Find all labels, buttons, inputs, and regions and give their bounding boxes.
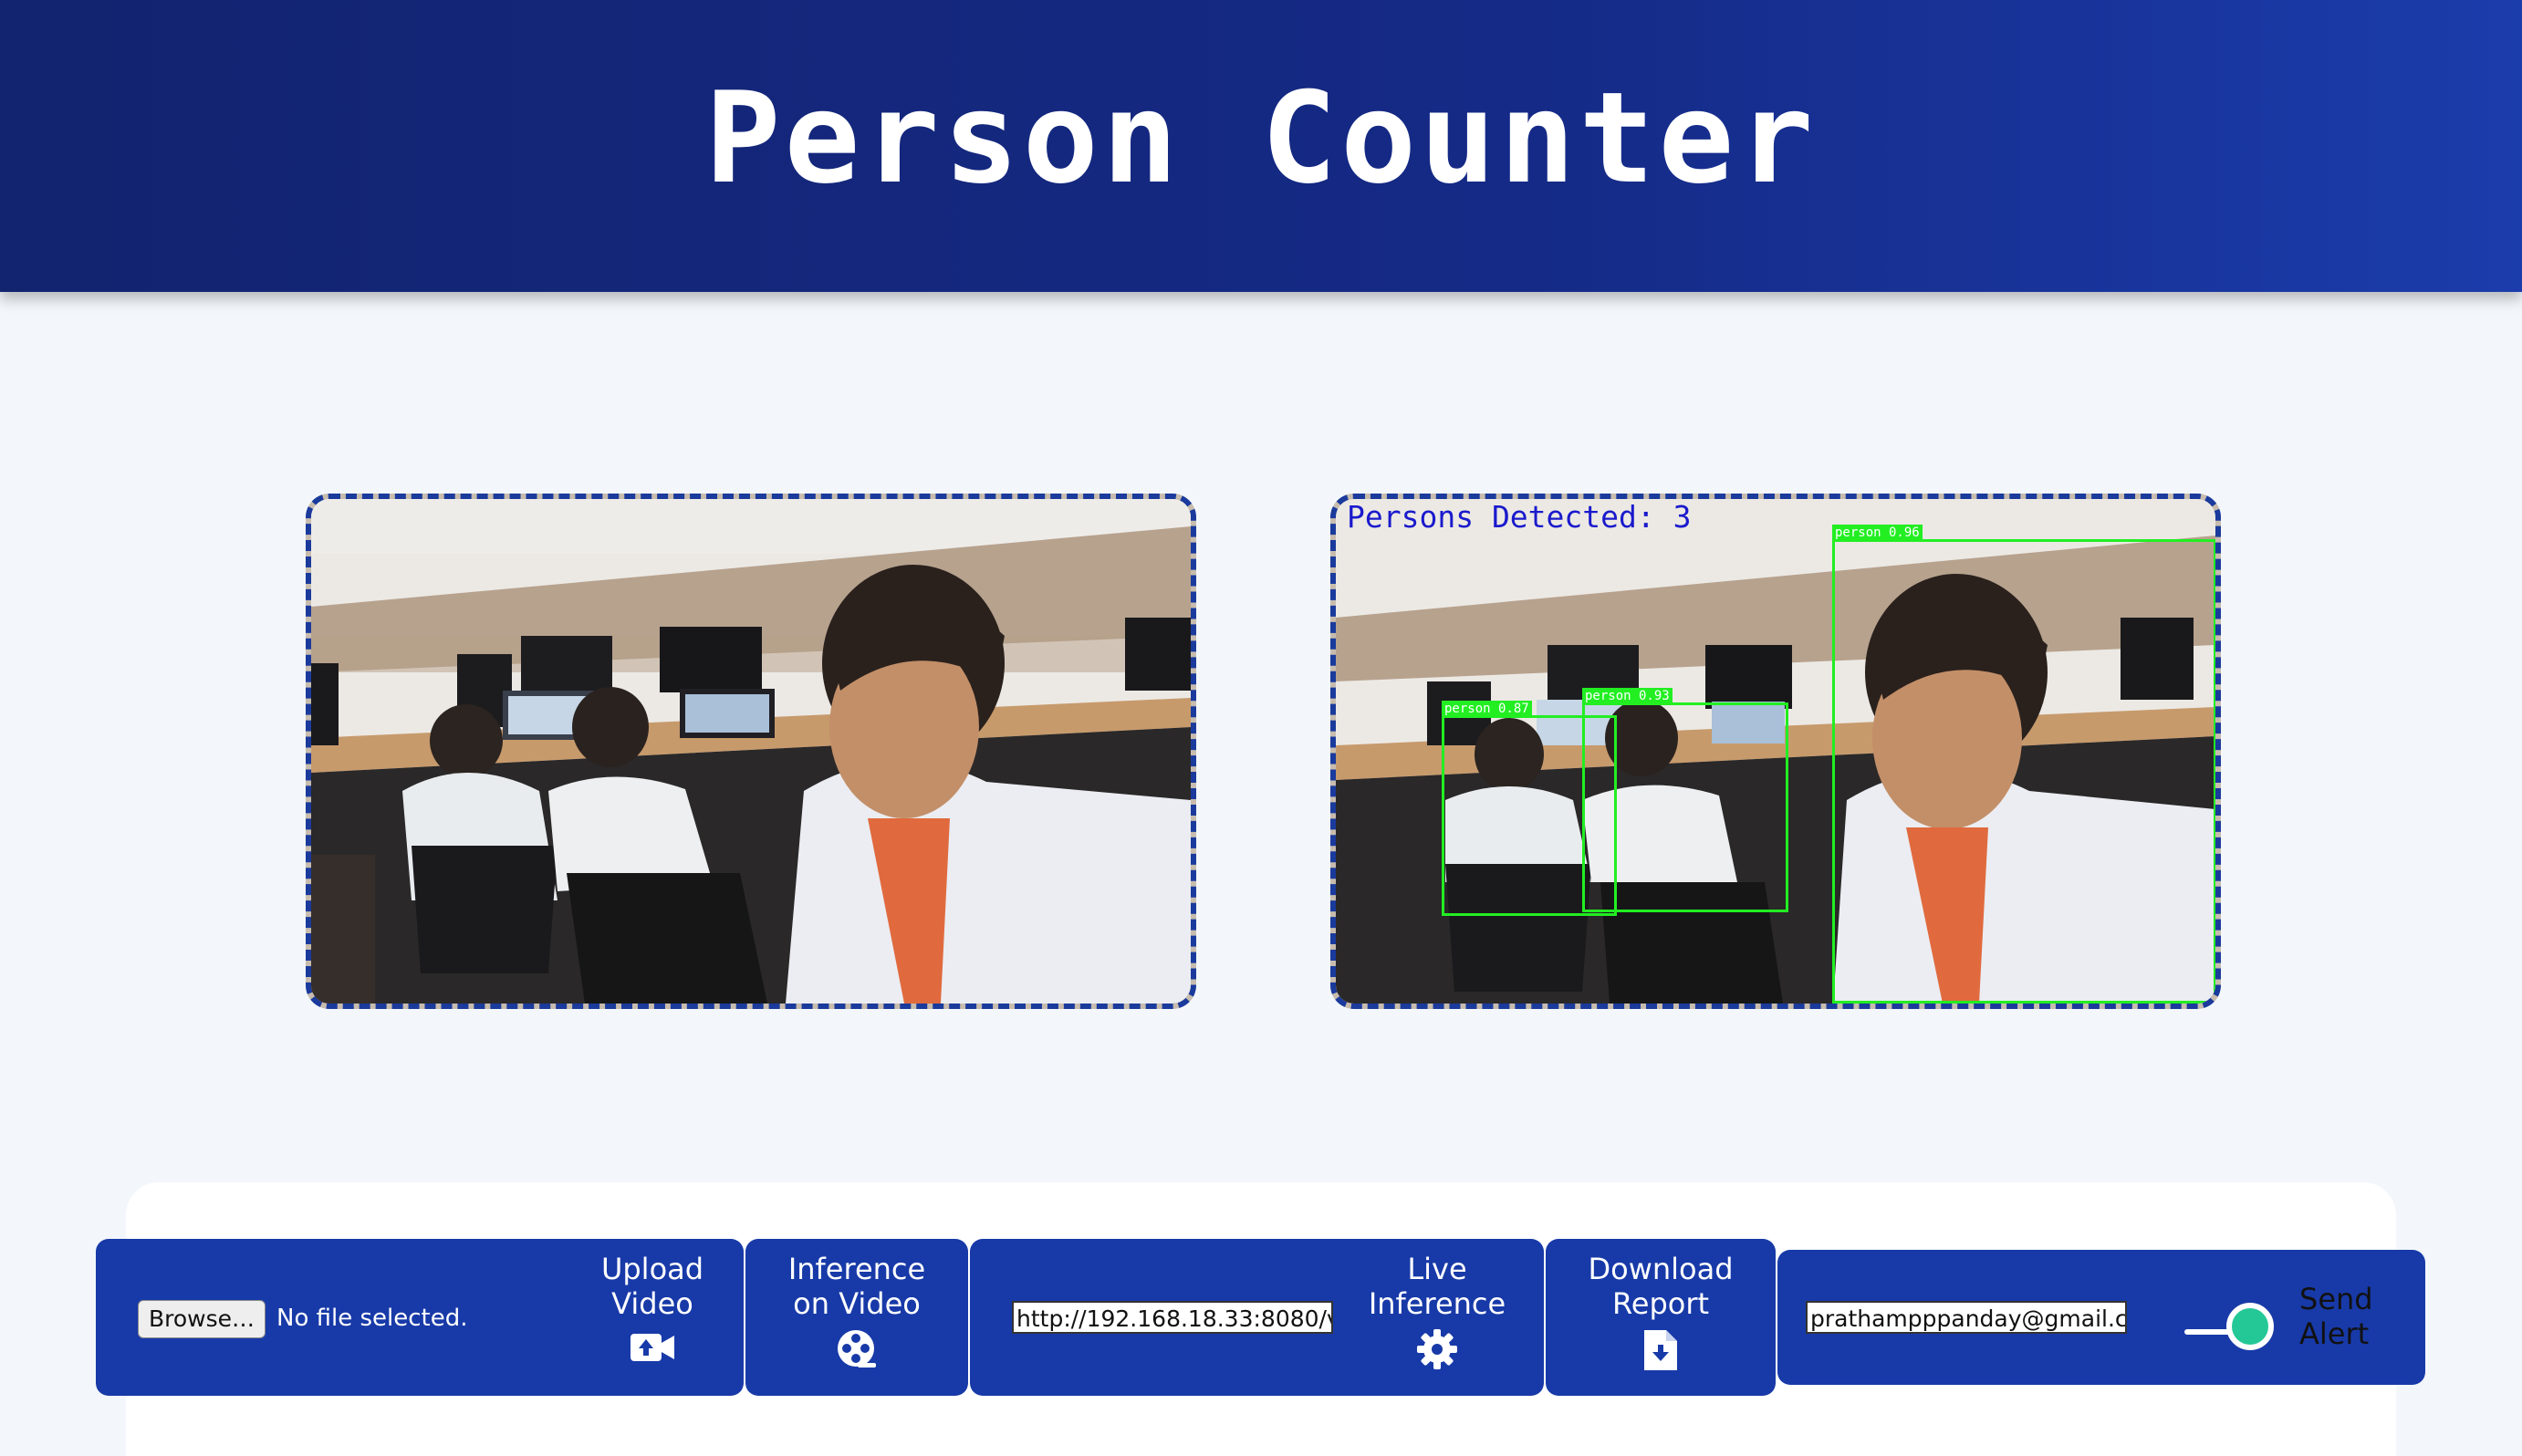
inference-label-2: on Video [793, 1286, 921, 1321]
detection-label: person 0.93 [1582, 688, 1673, 704]
live-label-1: Live [1407, 1252, 1467, 1286]
film-reel-icon [838, 1330, 876, 1368]
original-video-frame [306, 494, 1196, 1009]
upload-group: Browse… No file selected. Upload Video [96, 1239, 744, 1396]
file-status: No file selected. [276, 1305, 468, 1332]
detection-box: person 0.96 [1832, 525, 2215, 1004]
stream-url-input[interactable]: http://192.168.18.33:8080/vi [1012, 1301, 1333, 1334]
alert-toggle[interactable] [2226, 1303, 2274, 1350]
gear-icon [1417, 1329, 1457, 1369]
upload-label-1: Upload [600, 1252, 704, 1286]
persons-detected-count: Persons Detected: 3 [1347, 499, 1692, 535]
report-label-1: Download [1588, 1252, 1734, 1286]
file-download-icon [1644, 1330, 1677, 1370]
live-inference-group: http://192.168.18.33:8080/vi Live Infere… [970, 1239, 1544, 1396]
video-camera-upload-icon [630, 1334, 674, 1361]
inference-video-frame: Persons Detected: 3 person 0.87 person 0… [1330, 494, 2221, 1009]
inference-video-group: Inference on Video [745, 1239, 968, 1396]
inference-label-1: Inference [787, 1252, 926, 1286]
app-header: Person Counter [0, 0, 2522, 292]
live-label-2: Inference [1368, 1286, 1506, 1321]
send-alert-label: Send Alert [2299, 1282, 2373, 1351]
inference-on-video-button[interactable]: Inference on Video [745, 1252, 968, 1368]
detection-label: person 0.96 [1832, 525, 1923, 541]
page-title: Person Counter [704, 65, 1818, 212]
email-input[interactable]: prathampppanday@gmail.cc [1806, 1301, 2127, 1334]
send-label-2: Alert [2299, 1316, 2370, 1351]
detection-label: person 0.87 [1442, 701, 1532, 717]
download-report-button[interactable]: Download Report [1546, 1252, 1776, 1372]
live-inference-button[interactable]: Live Inference [1346, 1252, 1528, 1370]
report-label-2: Report [1611, 1286, 1710, 1321]
send-label-1: Send [2299, 1282, 2373, 1316]
detection-box: person 0.93 [1582, 688, 1788, 912]
upload-video-button[interactable]: Upload Video [579, 1252, 725, 1365]
report-group: Download Report [1546, 1239, 1776, 1396]
video-still [311, 499, 1191, 1004]
upload-label-2: Video [611, 1286, 693, 1321]
browse-button[interactable]: Browse… [138, 1300, 266, 1338]
